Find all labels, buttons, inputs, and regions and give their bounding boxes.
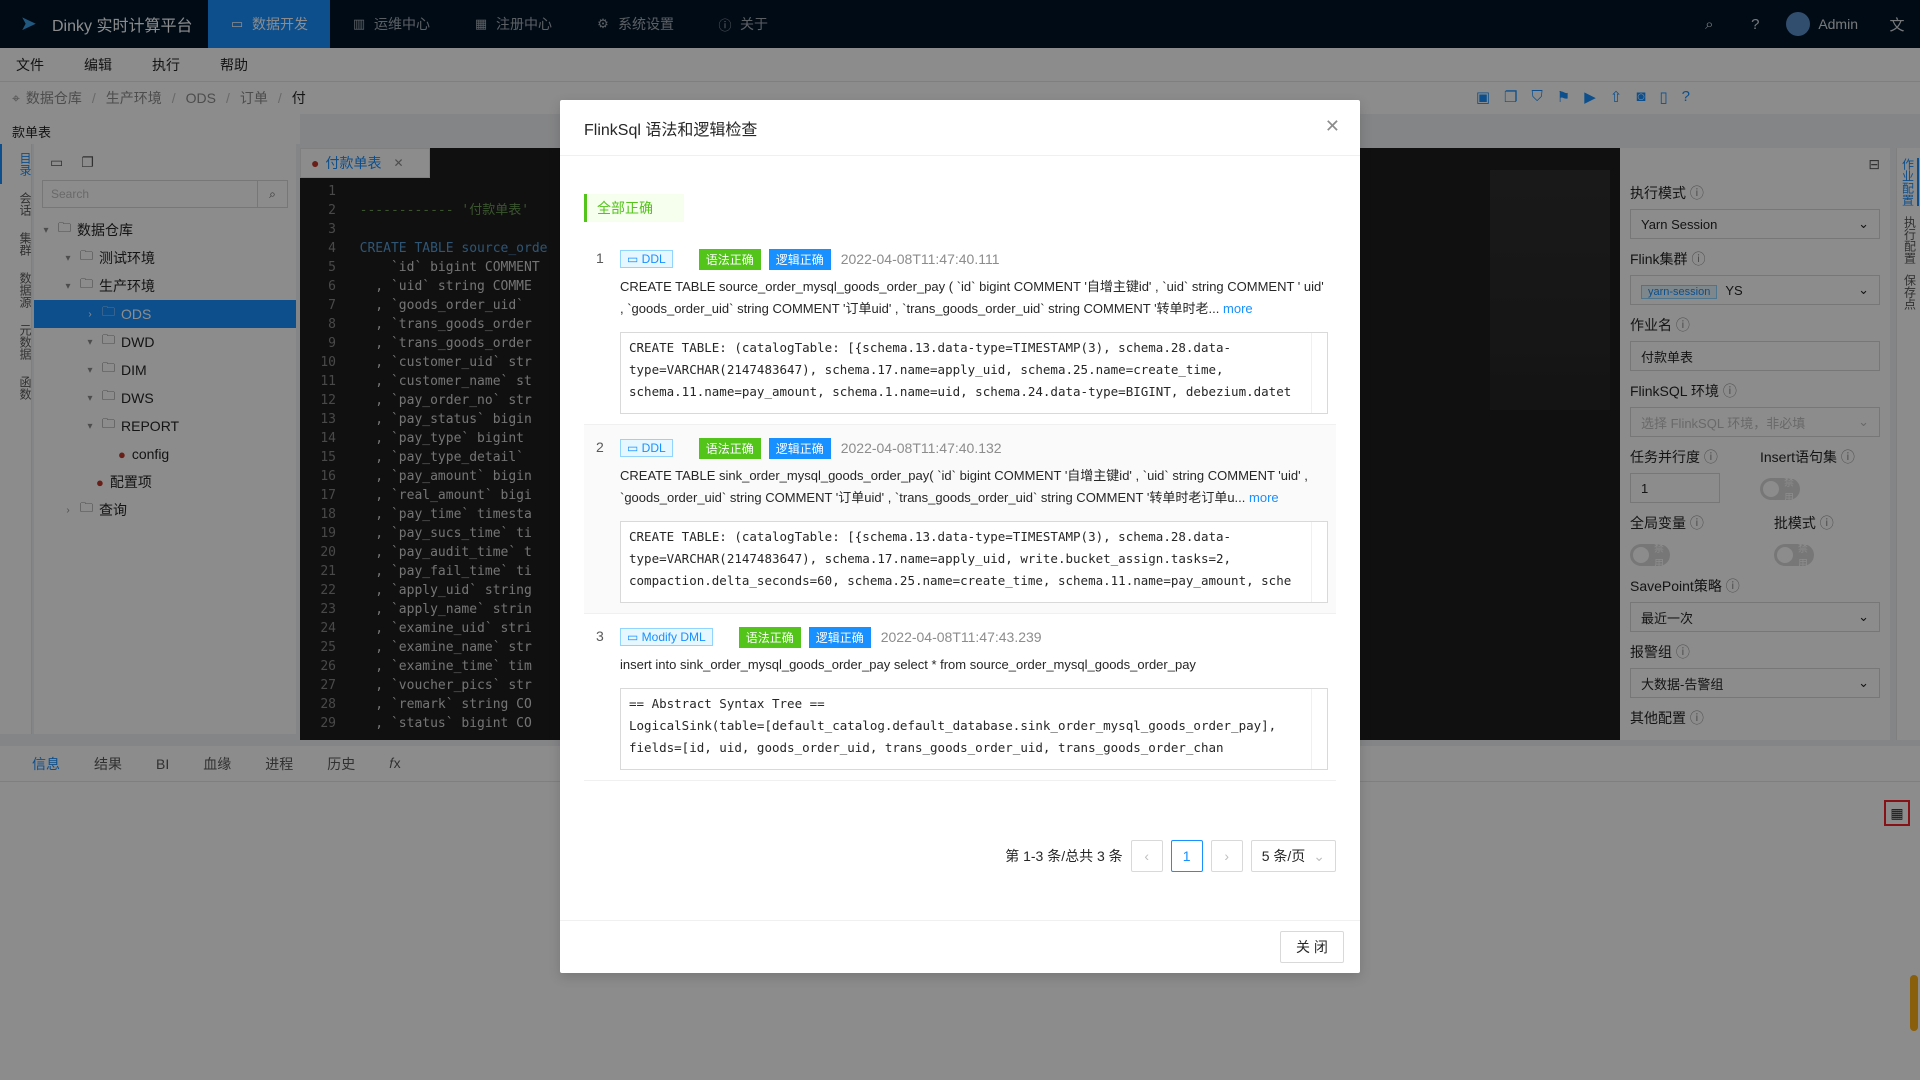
check-time: 2022-04-08T11:47:40.132 xyxy=(840,440,1002,456)
list-item: 3 ▭ Modify DML 语法正确 逻辑正确 2022-04-08T11:4… xyxy=(584,614,1336,781)
result-text: == Abstract Syntax Tree == LogicalSink(t… xyxy=(629,696,1277,755)
sql-statement: CREATE TABLE sink_order_mysql_goods_orde… xyxy=(620,468,1308,505)
logic-ok-tag: 逻辑正确 xyxy=(768,248,831,270)
type-tag-label: Modify DML xyxy=(641,630,706,644)
sql-check-modal: FlinkSql 语法和逻辑检查 ✕ 全部正确 1 ▭ DDL 语法正确 逻辑正… xyxy=(560,100,1360,973)
modal-header: FlinkSql 语法和逻辑检查 ✕ xyxy=(560,100,1360,156)
page-button[interactable]: 1 xyxy=(1170,840,1203,872)
result-text: CREATE TABLE: (catalogTable: [{schema.13… xyxy=(629,529,1292,588)
syntax-ok-tag: 语法正确 xyxy=(698,437,761,459)
pagination: 第 1-3 条/总共 3 条 ‹ 1 › 5 条/页 ⌄ xyxy=(1005,840,1336,872)
more-link[interactable]: more xyxy=(1249,490,1279,505)
type-tag-label: DDL xyxy=(641,252,666,266)
item-number: 1 xyxy=(596,250,604,266)
item-number: 2 xyxy=(596,439,604,455)
sql-text: CREATE TABLE source_order_mysql_goods_or… xyxy=(620,276,1328,320)
sql-statement: insert into sink_order_mysql_goods_order… xyxy=(620,657,1196,672)
close-icon[interactable]: ✕ xyxy=(1325,116,1340,137)
result-codebox[interactable]: CREATE TABLE: (catalogTable: [{schema.13… xyxy=(620,521,1328,603)
logic-ok-tag: 逻辑正确 xyxy=(808,626,871,648)
all-correct-alert: 全部正确 xyxy=(584,194,684,222)
next-page-button[interactable]: › xyxy=(1210,840,1243,872)
modal-title: FlinkSql 语法和逻辑检查 xyxy=(584,122,758,139)
sql-text: insert into sink_order_mysql_goods_order… xyxy=(620,654,1328,676)
check-time: 2022-04-08T11:47:43.239 xyxy=(880,629,1042,645)
result-text: CREATE TABLE: (catalogTable: [{schema.13… xyxy=(629,340,1292,399)
sql-statement: CREATE TABLE source_order_mysql_goods_or… xyxy=(620,279,1324,316)
type-tag: ▭ DDL xyxy=(620,439,673,457)
modal-body: 全部正确 1 ▭ DDL 语法正确 逻辑正确 2022-04-08T11:47:… xyxy=(560,156,1360,781)
syntax-ok-tag: 语法正确 xyxy=(698,248,761,270)
item-number: 3 xyxy=(596,628,604,644)
sql-text: CREATE TABLE sink_order_mysql_goods_orde… xyxy=(620,465,1328,509)
scrollbar[interactable] xyxy=(1311,689,1327,769)
type-tag-label: DDL xyxy=(641,441,666,455)
scrollbar[interactable] xyxy=(1311,333,1327,413)
more-link[interactable]: more xyxy=(1223,301,1253,316)
result-codebox[interactable]: CREATE TABLE: (catalogTable: [{schema.13… xyxy=(620,332,1328,414)
page-size-value: 5 条/页 xyxy=(1261,848,1306,864)
chevron-down-icon: ⌄ xyxy=(1313,847,1325,864)
close-button[interactable]: 关 闭 xyxy=(1280,931,1344,963)
list-item: 2 ▭ DDL 语法正确 逻辑正确 2022-04-08T11:47:40.13… xyxy=(584,425,1336,614)
result-codebox[interactable]: == Abstract Syntax Tree == LogicalSink(t… xyxy=(620,688,1328,770)
page-size-select[interactable]: 5 条/页 ⌄ xyxy=(1250,840,1336,872)
scrollbar[interactable] xyxy=(1311,522,1327,602)
prev-page-button[interactable]: ‹ xyxy=(1130,840,1163,872)
pagination-summary: 第 1-3 条/总共 3 条 xyxy=(1005,848,1123,864)
modal-footer: 关 闭 xyxy=(560,920,1360,973)
check-time: 2022-04-08T11:47:40.111 xyxy=(840,251,1000,267)
type-tag: ▭ Modify DML xyxy=(620,628,713,646)
list-item: 1 ▭ DDL 语法正确 逻辑正确 2022-04-08T11:47:40.11… xyxy=(584,236,1336,425)
logic-ok-tag: 逻辑正确 xyxy=(768,437,831,459)
type-tag: ▭ DDL xyxy=(620,250,673,268)
syntax-ok-tag: 语法正确 xyxy=(738,626,801,648)
